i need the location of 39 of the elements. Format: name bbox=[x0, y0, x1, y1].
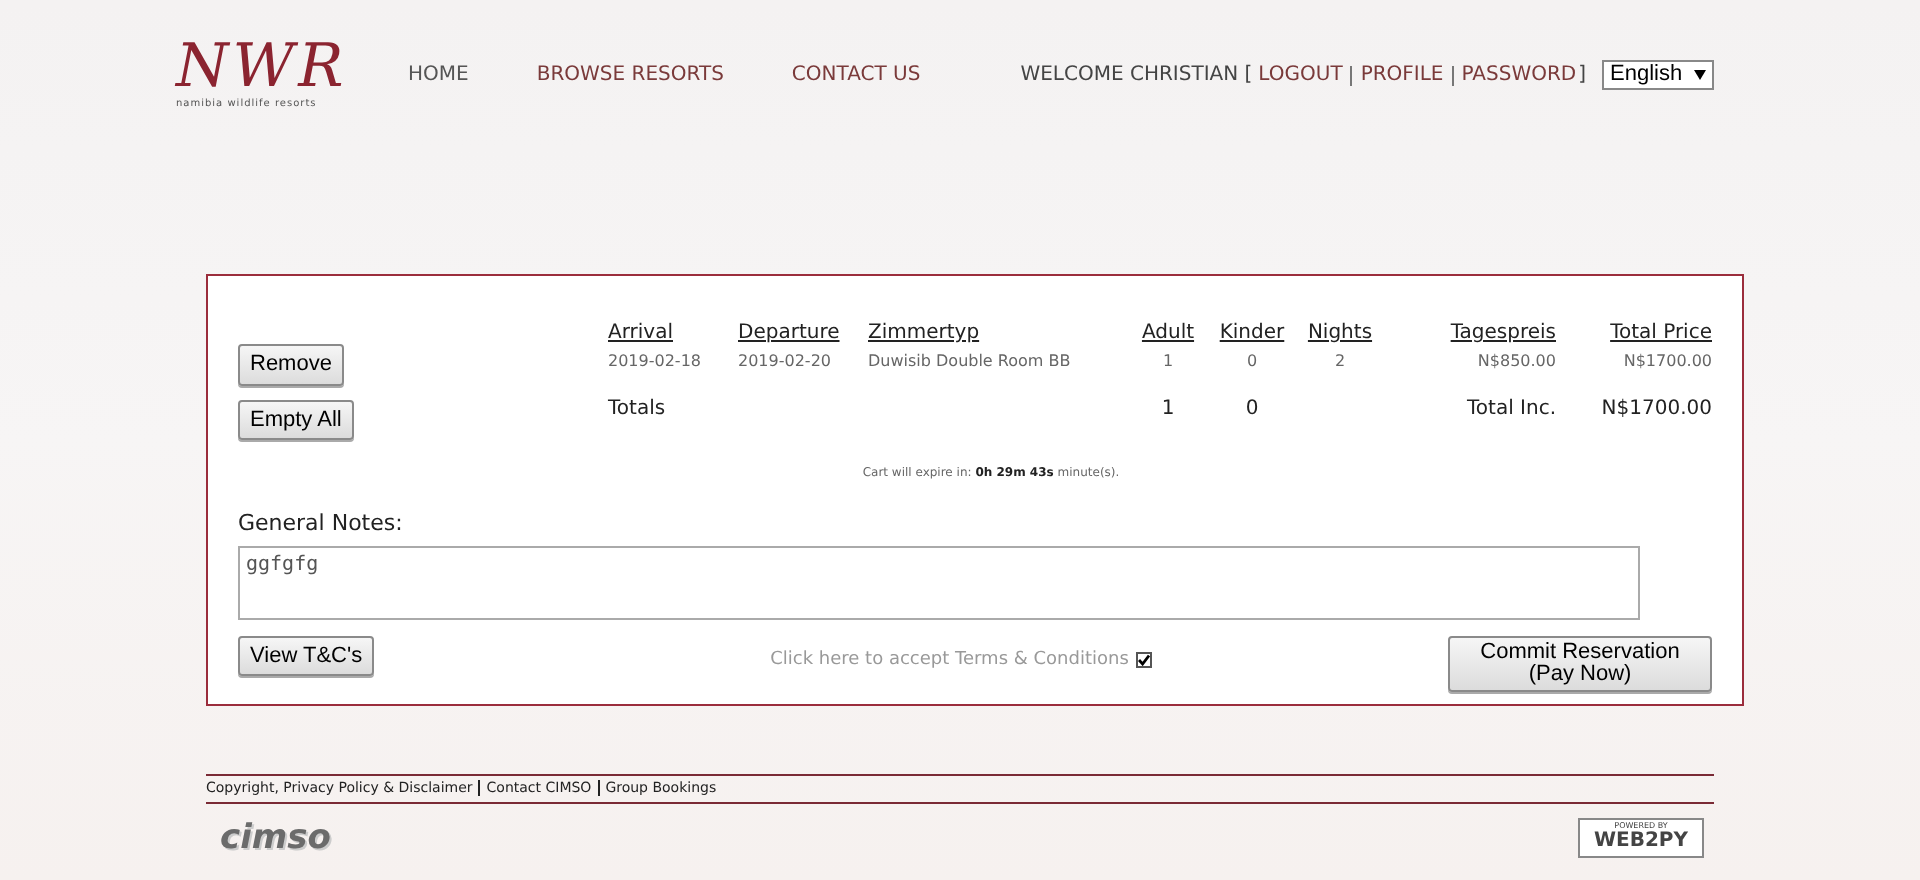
column-header[interactable]: Total Price bbox=[1610, 322, 1712, 344]
empty-all-button[interactable]: Empty All bbox=[238, 399, 354, 440]
total-adults: 1 bbox=[1161, 398, 1175, 420]
column-header[interactable]: Kinder bbox=[1219, 322, 1285, 344]
column-header[interactable]: Adult bbox=[1141, 322, 1195, 344]
welcome-text: WELCOME CHRISTIAN [ bbox=[1020, 62, 1253, 90]
account-link[interactable]: LOGOUT bbox=[1258, 60, 1343, 90]
totals-label: Totals bbox=[608, 398, 666, 420]
nav-link[interactable]: BROWSE RESORTS bbox=[536, 60, 724, 90]
column-header[interactable]: Nights bbox=[1307, 322, 1373, 344]
table-cell: 0 bbox=[1246, 352, 1258, 370]
view-terms-button[interactable]: View T&C's bbox=[238, 635, 375, 676]
accept-checkbox[interactable] bbox=[1136, 652, 1153, 669]
table-cell: 2019-02-18 bbox=[608, 352, 701, 370]
table-cell: N$850.00 bbox=[1477, 352, 1556, 370]
column-header[interactable]: Departure bbox=[738, 322, 840, 344]
table-cell: 1 bbox=[1162, 352, 1174, 370]
column-header[interactable]: Zimmertyp bbox=[868, 322, 980, 344]
nav-link[interactable]: HOME bbox=[408, 60, 469, 90]
dropdown-caret-icon bbox=[1694, 70, 1707, 80]
nav-link[interactable]: CONTACT US bbox=[791, 60, 921, 90]
account-link[interactable]: PROFILE bbox=[1360, 60, 1444, 90]
table-cell: N$1700.00 bbox=[1623, 352, 1712, 370]
column-header[interactable]: Tagespreis bbox=[1450, 322, 1556, 344]
language-select[interactable]: English bbox=[1602, 60, 1715, 90]
total-inc-label: Total Inc. bbox=[1467, 398, 1556, 420]
account-link[interactable]: PASSWORD bbox=[1461, 60, 1577, 90]
table-cell: Duwisib Double Room BB bbox=[868, 352, 1071, 370]
remove-button[interactable]: Remove bbox=[238, 344, 344, 385]
notes-label: General Notes: bbox=[238, 508, 405, 540]
notes-field[interactable]: ggfgfg bbox=[238, 545, 1640, 619]
commit-reservation-button[interactable]: Commit Reservation (Pay Now) bbox=[1448, 635, 1712, 691]
total-price: N$1700.00 bbox=[1601, 398, 1712, 420]
table-cell: 2019-02-20 bbox=[738, 352, 831, 370]
bracket-text: ] bbox=[1578, 62, 1587, 90]
cimso-logo[interactable]: cimso bbox=[220, 817, 331, 857]
column-header[interactable]: Arrival bbox=[608, 322, 673, 344]
table-cell: 2 bbox=[1334, 352, 1346, 370]
total-kinder: 0 bbox=[1245, 398, 1259, 420]
